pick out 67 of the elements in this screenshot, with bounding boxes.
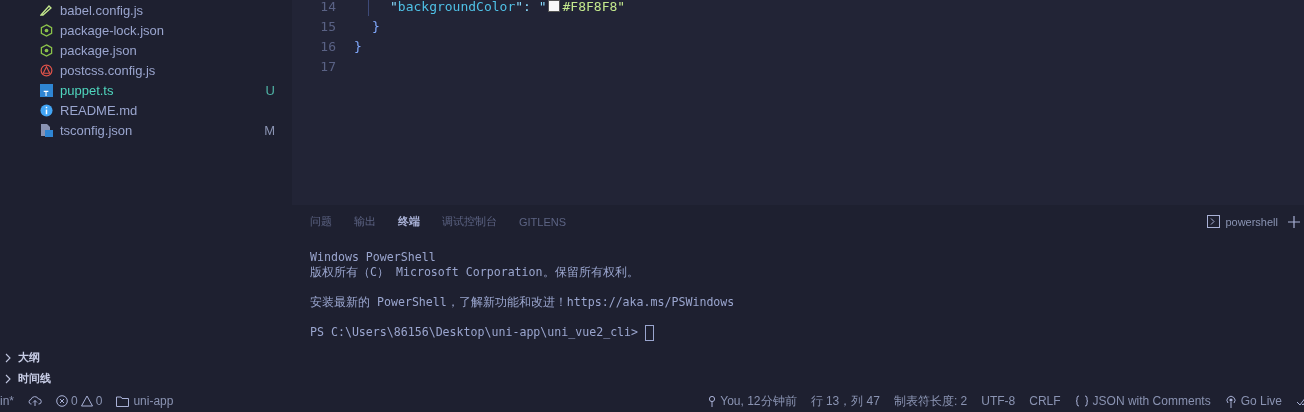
file-name: package.json — [60, 42, 138, 58]
code-token: backgroundColor — [397, 0, 516, 14]
status-item[interactable]: UTF-8 — [981, 394, 1016, 408]
terminal-line: 安装最新的 PowerShell，了解新功能和改进！https://aka.ms/PSWindows — [310, 295, 736, 310]
cloud-upload-icon[interactable] — [28, 395, 42, 407]
file-name: puppet.ts — [60, 82, 115, 98]
hexagon-icon — [40, 43, 53, 57]
code-token: #F8F8F8" — [562, 0, 626, 14]
file-item[interactable]: postcss.config.js — [0, 60, 292, 80]
color-swatch[interactable] — [547, 0, 560, 12]
file-name: postcss.config.js — [60, 62, 157, 78]
branch-label[interactable]: in* — [0, 394, 14, 408]
panel-tab[interactable]: 终端 — [398, 214, 420, 229]
git-status-letter: M — [264, 122, 275, 138]
line-number: 17 — [319, 58, 336, 74]
terminal-cursor — [645, 324, 655, 341]
plus-icon[interactable] — [1288, 215, 1300, 228]
line-number: 14 — [319, 0, 336, 14]
panel-tab[interactable]: 问题 — [310, 214, 332, 229]
section-header[interactable]: 时间线 — [0, 368, 292, 389]
warning-icon — [80, 395, 93, 407]
braces-icon — [1074, 395, 1089, 407]
code-token: ": " — [515, 0, 547, 14]
file-item[interactable]: tsconfig.json M — [0, 120, 292, 140]
file-item[interactable]: package.json — [0, 40, 292, 60]
typescript-icon — [40, 83, 53, 97]
info-icon — [40, 103, 53, 117]
terminal-prompt: PS C:\Users\86156\Desktop\uni-app\uni_vue2_cli> — [310, 325, 639, 340]
file-name: babel.config.js — [60, 2, 145, 18]
panel-tab[interactable]: 输出 — [354, 214, 376, 229]
pen-icon — [40, 4, 52, 16]
file-item[interactable]: README.md — [0, 100, 292, 120]
broadcast-icon — [1224, 394, 1237, 408]
status-item[interactable]: JSON with Comments — [1092, 394, 1211, 408]
status-item[interactable]: CRLF — [1029, 394, 1061, 408]
code-token: " — [390, 0, 398, 14]
file-item[interactable]: babel.config.js — [0, 0, 292, 20]
git-status-letter: U — [265, 82, 275, 98]
warning-count[interactable]: 0 — [95, 394, 103, 408]
code-token: } — [354, 38, 362, 54]
status-item[interactable]: 行 13，列 47 — [810, 392, 880, 410]
commit-icon — [708, 395, 717, 407]
shell-name[interactable]: powershell — [1225, 215, 1278, 228]
file-name: package-lock.json — [60, 22, 166, 38]
file-name: README.md — [60, 102, 139, 118]
postcss-icon — [40, 63, 53, 77]
code-token: } — [372, 18, 380, 34]
line-number: 16 — [319, 38, 336, 54]
section-header[interactable]: 大纲 — [0, 347, 292, 368]
status-item[interactable]: You, 12分钟前 — [720, 392, 797, 410]
panel-tab[interactable]: 调试控制台 — [442, 214, 497, 229]
file-name: tsconfig.json — [60, 122, 134, 138]
status-item[interactable]: Go Live — [1240, 394, 1282, 408]
error-icon — [56, 395, 68, 407]
terminal-icon — [1207, 215, 1221, 228]
file-item[interactable]: package-lock.json — [0, 20, 292, 40]
file-item[interactable]: puppet.ts U — [0, 80, 292, 100]
line-number: 15 — [319, 18, 336, 34]
panel-tab[interactable]: GITLENS — [519, 215, 567, 228]
terminal-line: Windows PowerShell — [310, 250, 437, 265]
config-file-icon — [40, 123, 53, 137]
status-item[interactable]: 制表符长度: 2 — [893, 392, 968, 410]
folder-name[interactable]: uni-app — [133, 394, 174, 408]
folder-icon — [116, 395, 130, 407]
hexagon-icon — [40, 23, 53, 37]
terminal-line: 版权所有（C） Microsoft Corporation。保留所有权利。 — [310, 265, 640, 280]
error-count[interactable]: 0 — [71, 394, 78, 408]
